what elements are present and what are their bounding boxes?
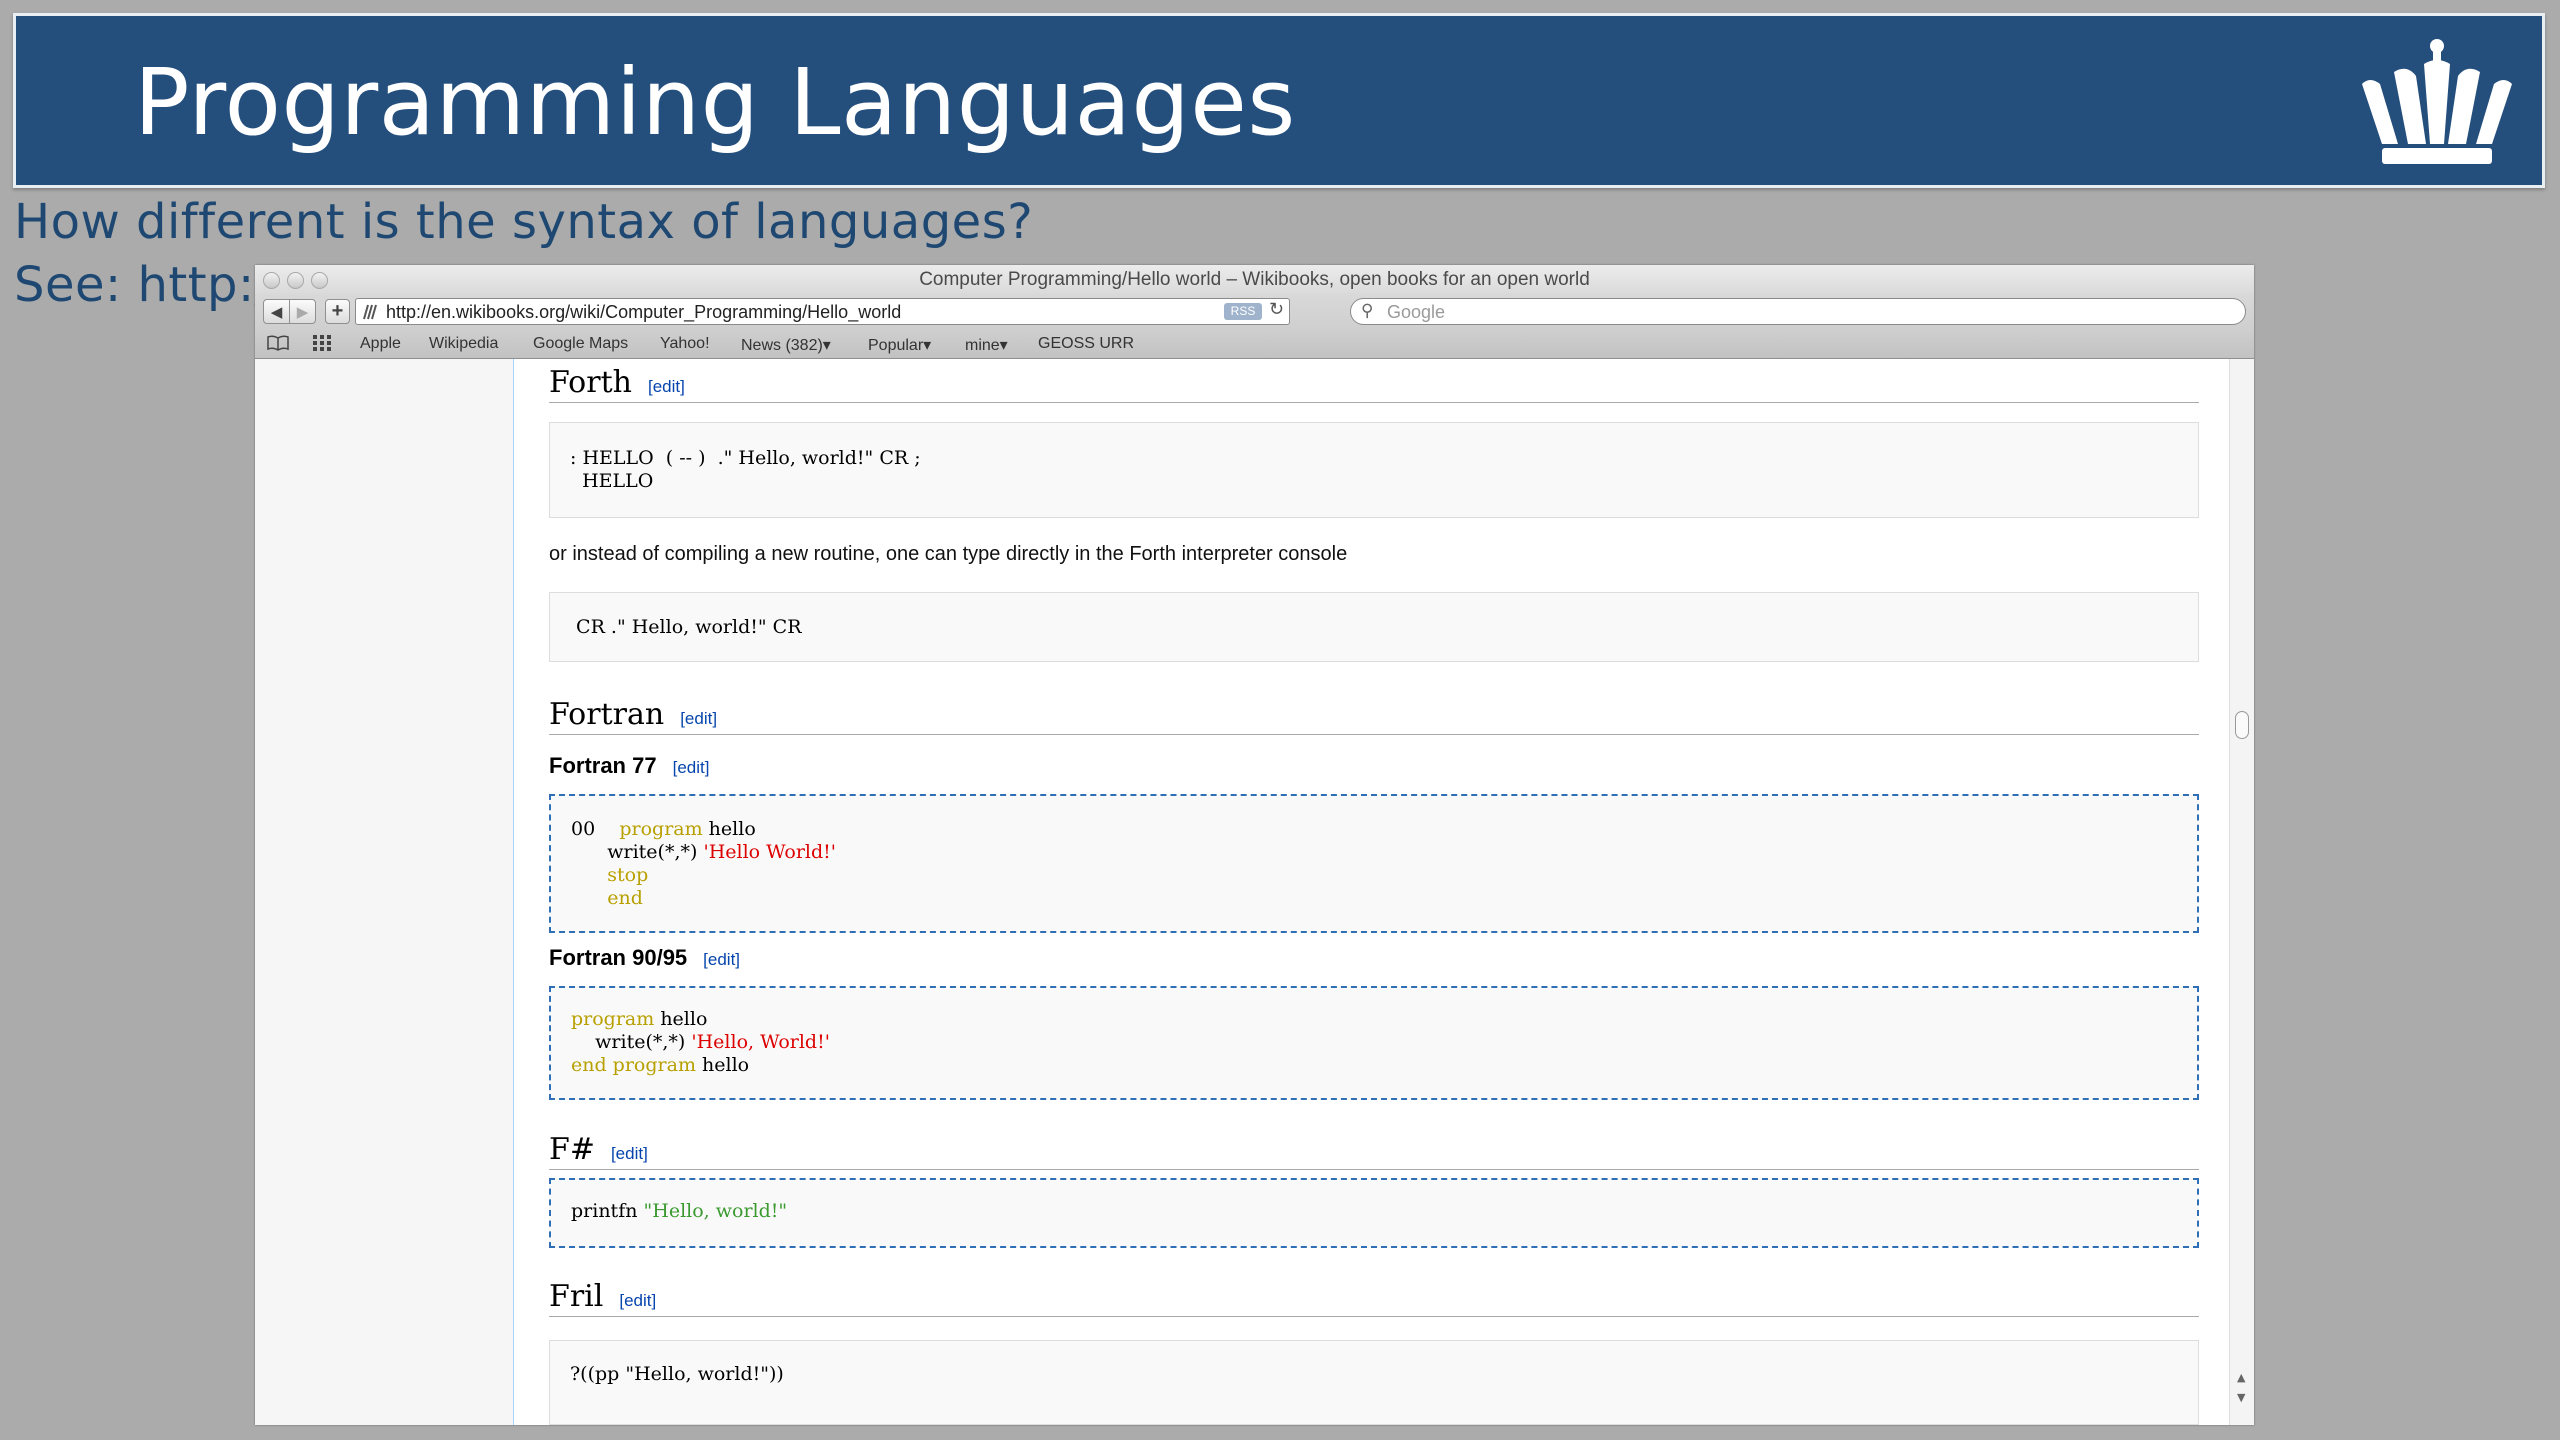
- heading-text: Forth: [549, 365, 632, 400]
- code-line: end: [571, 887, 2177, 910]
- forward-button[interactable]: ▶: [289, 299, 316, 324]
- code-keyword: stop: [607, 864, 649, 886]
- section-heading-fsharp: F# [edit]: [549, 1132, 2199, 1170]
- scrollbar-thumb[interactable]: [2235, 711, 2249, 739]
- reload-icon[interactable]: ↻: [1269, 299, 1284, 320]
- code-string: 'Hello World!': [703, 841, 836, 863]
- code-string: 'Hello, World!': [691, 1031, 830, 1053]
- code-block-fril: ?((pp "Hello, world!")): [549, 1340, 2199, 1425]
- bookmark-news-menu[interactable]: News (382)▾: [741, 335, 831, 355]
- code-line: HELLO: [570, 470, 654, 492]
- crown-logo-icon: [2362, 39, 2512, 164]
- section-heading-fril: Fril [edit]: [549, 1279, 2199, 1317]
- code-label: 00: [571, 818, 596, 840]
- code-line: ?((pp "Hello, world!")): [570, 1363, 784, 1385]
- code-line: 00 program hello: [571, 818, 2177, 841]
- bookmark-google-maps[interactable]: Google Maps: [533, 335, 628, 353]
- bookmarks-bar: Apple Wikipedia Google Maps Yahoo! News …: [255, 329, 2254, 359]
- code-text: printfn: [571, 1200, 644, 1222]
- code-keyword: program: [571, 1008, 655, 1030]
- edit-link[interactable]: [edit]: [703, 950, 740, 969]
- paragraph-forth-note: or instead of compiling a new routine, o…: [549, 543, 1348, 565]
- bookmark-wikipedia[interactable]: Wikipedia: [429, 335, 498, 353]
- search-placeholder: Google: [1387, 302, 1446, 322]
- scroll-down-arrow-icon[interactable]: ▼: [2237, 1391, 2245, 1404]
- heading-text: Fortran 90/95: [549, 945, 688, 970]
- code-text: hello: [702, 818, 756, 840]
- edit-link[interactable]: [edit]: [673, 758, 710, 777]
- heading-text: Fril: [549, 1279, 604, 1314]
- code-line: program hello: [571, 1008, 2177, 1031]
- subsection-heading-fortran-90-95: Fortran 90/95 [edit]: [549, 945, 740, 971]
- wikibooks-favicon-icon: [363, 304, 377, 320]
- edit-link[interactable]: [edit]: [648, 377, 685, 396]
- bookmark-popular-menu[interactable]: Popular▾: [868, 335, 931, 355]
- back-button[interactable]: ◀: [263, 299, 290, 324]
- bookmark-apple[interactable]: Apple: [360, 335, 401, 353]
- code-line: write(*,*) 'Hello, World!': [571, 1031, 2177, 1054]
- code-block-forth: : HELLO ( -- ) ." Hello, world!" CR ; HE…: [549, 422, 2199, 518]
- search-field[interactable]: ⚲ Google: [1350, 298, 2246, 325]
- browser-toolbar: ◀ ▶ + http://en.wikibooks.org/wiki/Compu…: [255, 294, 2254, 329]
- code-keyword: end program: [571, 1054, 696, 1076]
- browser-window: Computer Programming/Hello world – Wikib…: [255, 265, 2254, 1425]
- code-string: "Hello, world!": [643, 1200, 788, 1222]
- code-text: write(*,*): [607, 841, 704, 863]
- slide-subtitle-question: How different is the syntax of languages…: [14, 194, 1034, 250]
- code-line: write(*,*) 'Hello World!': [571, 841, 2177, 864]
- window-title: Computer Programming/Hello world – Wikib…: [919, 269, 1590, 290]
- address-url: http://en.wikibooks.org/wiki/Computer_Pr…: [386, 302, 902, 322]
- code-line: stop: [571, 864, 2177, 887]
- slide-subtitle-link: See: http:/: [14, 257, 272, 313]
- page-content: Forth [edit] : HELLO ( -- ) ." Hello, wor…: [255, 359, 2254, 1425]
- edit-link[interactable]: [edit]: [680, 709, 717, 728]
- heading-text: F#: [549, 1132, 595, 1167]
- code-text: write(*,*): [571, 1031, 692, 1053]
- heading-text: Fortran: [549, 697, 665, 732]
- rss-button[interactable]: RSS: [1224, 303, 1262, 320]
- code-text: hello: [654, 1008, 708, 1030]
- code-line: printfn "Hello, world!": [571, 1200, 2177, 1223]
- subsection-heading-fortran-77: Fortran 77 [edit]: [549, 753, 709, 779]
- address-bar[interactable]: http://en.wikibooks.org/wiki/Computer_Pr…: [355, 298, 1290, 325]
- code-block-fortran-77: 00 program hello write(*,*) 'Hello World…: [549, 794, 2199, 933]
- scroll-up-arrow-icon[interactable]: ▲: [2237, 1371, 2245, 1384]
- code-text: hello: [695, 1054, 750, 1076]
- edit-link[interactable]: [edit]: [619, 1291, 656, 1310]
- code-line: CR ." Hello, world!" CR: [570, 616, 802, 638]
- bookmark-yahoo[interactable]: Yahoo!: [660, 335, 710, 353]
- search-icon: ⚲: [1361, 301, 1374, 320]
- add-bookmark-button[interactable]: +: [325, 299, 350, 324]
- bookmark-geoss-urr[interactable]: GEOSS URR: [1038, 335, 1134, 353]
- section-heading-fortran: Fortran [edit]: [549, 697, 2199, 735]
- back-arrow-icon: ◀: [270, 303, 283, 321]
- wiki-sidebar: [255, 359, 514, 1425]
- code-keyword: end: [607, 887, 643, 909]
- edit-link[interactable]: [edit]: [611, 1144, 648, 1163]
- top-sites-grid-icon[interactable]: [313, 335, 331, 351]
- bookmark-mine-menu[interactable]: mine▾: [965, 335, 1008, 355]
- bookmarks-book-icon[interactable]: [267, 335, 289, 351]
- code-block-forth-console: CR ." Hello, world!" CR: [549, 592, 2199, 662]
- code-line: end program hello: [571, 1054, 2177, 1077]
- slide-header: Programming Languages: [13, 13, 2545, 188]
- code-block-fortran-90: program hello write(*,*) 'Hello, World!'…: [549, 986, 2199, 1100]
- plus-icon: +: [331, 300, 344, 322]
- code-keyword: program: [619, 818, 703, 840]
- slide-title: Programming Languages: [134, 49, 1296, 156]
- code-block-fsharp: printfn "Hello, world!": [549, 1178, 2199, 1248]
- code-line: : HELLO ( -- ) ." Hello, world!" CR ;: [570, 447, 921, 469]
- window-titlebar: Computer Programming/Hello world – Wikib…: [255, 265, 2254, 294]
- heading-text: Fortran 77: [549, 753, 657, 778]
- section-heading-forth: Forth [edit]: [549, 365, 2199, 403]
- vertical-scrollbar[interactable]: ▲ ▼: [2229, 359, 2254, 1425]
- forward-arrow-icon: ▶: [296, 303, 309, 321]
